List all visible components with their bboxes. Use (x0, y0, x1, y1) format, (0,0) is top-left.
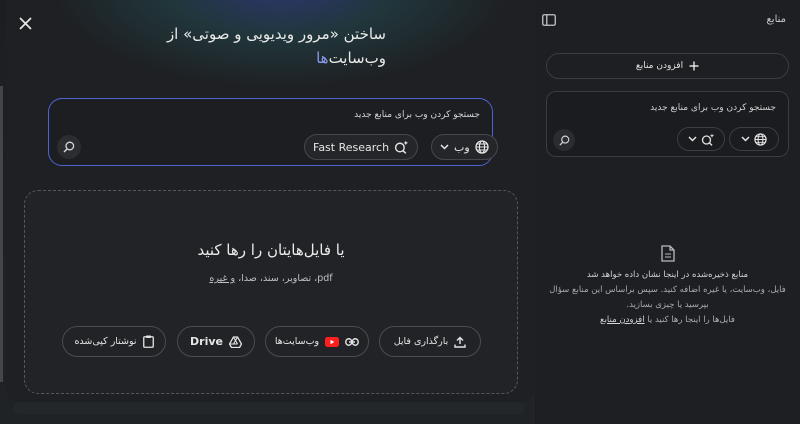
search-icon (63, 141, 75, 153)
source-type-select[interactable]: وب (431, 134, 498, 160)
drive-icon (228, 335, 242, 348)
drop-zone-subtitle-prefix: pdf، تصاویر، سند، صدا، (235, 273, 333, 284)
app: منابع افزودن منابع جستجو کردن وب برای من… (0, 0, 800, 424)
search-icon (558, 135, 570, 146)
close-button[interactable] (16, 14, 34, 32)
globe-icon (475, 140, 489, 154)
backdrop-scrollbar (0, 86, 3, 382)
research-mode-select[interactable] (677, 127, 725, 151)
empty-state-title: منابع ذخیره‌شده در اینجا نشان داده خواهد… (586, 270, 749, 280)
add-sources-button[interactable]: افزودن منابع (546, 53, 789, 79)
paste-text-button[interactable]: نوشتار کپی‌شده (62, 326, 166, 357)
web-search-submit[interactable] (57, 135, 81, 159)
drive-label: Drive (190, 335, 223, 348)
modal-title: ساختن «مرور ویدیویی و صوتی» از وب‌سایت‌ه… (156, 22, 386, 70)
clipboard-icon (142, 335, 154, 348)
chevron-down-icon (741, 136, 750, 142)
chevron-down-icon (687, 136, 697, 142)
panel-collapse-button[interactable] (540, 11, 558, 29)
upload-icon (454, 336, 466, 348)
backdrop-strip (14, 402, 524, 414)
document-icon (660, 245, 675, 262)
web-search-box[interactable]: جستجو کردن وب برای منابع جدید وب Fast Re… (48, 98, 498, 166)
web-search-placeholder: جستجو کردن وب برای منابع جدید (354, 110, 480, 120)
sources-search-placeholder: جستجو کردن وب برای منابع جدید (650, 103, 776, 113)
sources-panel: منابع افزودن منابع جستجو کردن وب برای من… (533, 0, 800, 424)
modal-title-second: وب‌سایت‌ها (156, 46, 386, 70)
research-mode-value: Fast Research (313, 140, 390, 154)
drop-zone-subtitle: pdf، تصاویر، سند، صدا، و غیره (25, 273, 517, 284)
modal-title-accent: ‌ها (316, 49, 329, 67)
sources-search-submit[interactable] (553, 129, 575, 151)
paste-text-label: نوشتار کپی‌شده (74, 336, 137, 347)
research-mode-select[interactable]: Fast Research (304, 134, 419, 160)
file-drop-zone[interactable]: یا فایل‌هایتان را رها کنید pdf، تصاویر، … (24, 190, 518, 394)
source-type-value: وب (454, 140, 470, 154)
source-type-select[interactable] (729, 127, 779, 151)
sparkle-search-icon (394, 140, 409, 154)
add-sources-link[interactable]: افزودن منابع (600, 315, 645, 325)
more-formats-link[interactable]: و غیره (209, 273, 235, 284)
link-icon (345, 337, 360, 346)
modal-title-prefix: وب‌سایت (328, 49, 386, 67)
youtube-icon (325, 336, 340, 347)
panel-collapse-icon (542, 14, 556, 26)
drive-button[interactable]: Drive (177, 326, 255, 357)
drop-zone-title: یا فایل‌هایتان را رها کنید (197, 241, 345, 259)
empty-state-line: فایل‌ها را اینجا رها کنید یا افزودن مناب… (546, 313, 789, 328)
plus-icon (689, 61, 699, 71)
websites-label: وب‌سایت‌ها (274, 336, 320, 347)
close-icon (18, 16, 32, 30)
chevron-down-icon (440, 144, 449, 150)
globe-icon (754, 132, 767, 146)
empty-state-line: بپرسید یا چیزی بسازید. (626, 299, 709, 310)
empty-state-line: فایل، وب‌سایت، یا غیره اضافه کنید. سپس ب… (549, 284, 786, 295)
sparkle-search-icon (701, 133, 715, 146)
upload-file-label: بارگذاری فایل (393, 336, 449, 347)
modal-title-main: ساختن «مرور ویدیویی و صوتی» از (166, 25, 386, 43)
upload-file-button[interactable]: بارگذاری فایل (379, 326, 481, 357)
add-sources-label: افزودن منابع (635, 61, 684, 71)
sources-web-search[interactable]: جستجو کردن وب برای منابع جدید (546, 91, 789, 157)
sources-panel-title: منابع (766, 14, 786, 25)
add-sources-modal: ساختن «مرور ویدیویی و صوتی» از وب‌سایت‌ه… (6, 0, 535, 402)
sources-empty-state: منابع ذخیره‌شده در اینجا نشان داده خواهد… (546, 245, 789, 328)
empty-state-prefix: فایل‌ها را اینجا رها کنید یا (644, 314, 735, 325)
websites-button[interactable]: وب‌سایت‌ها (265, 326, 369, 357)
